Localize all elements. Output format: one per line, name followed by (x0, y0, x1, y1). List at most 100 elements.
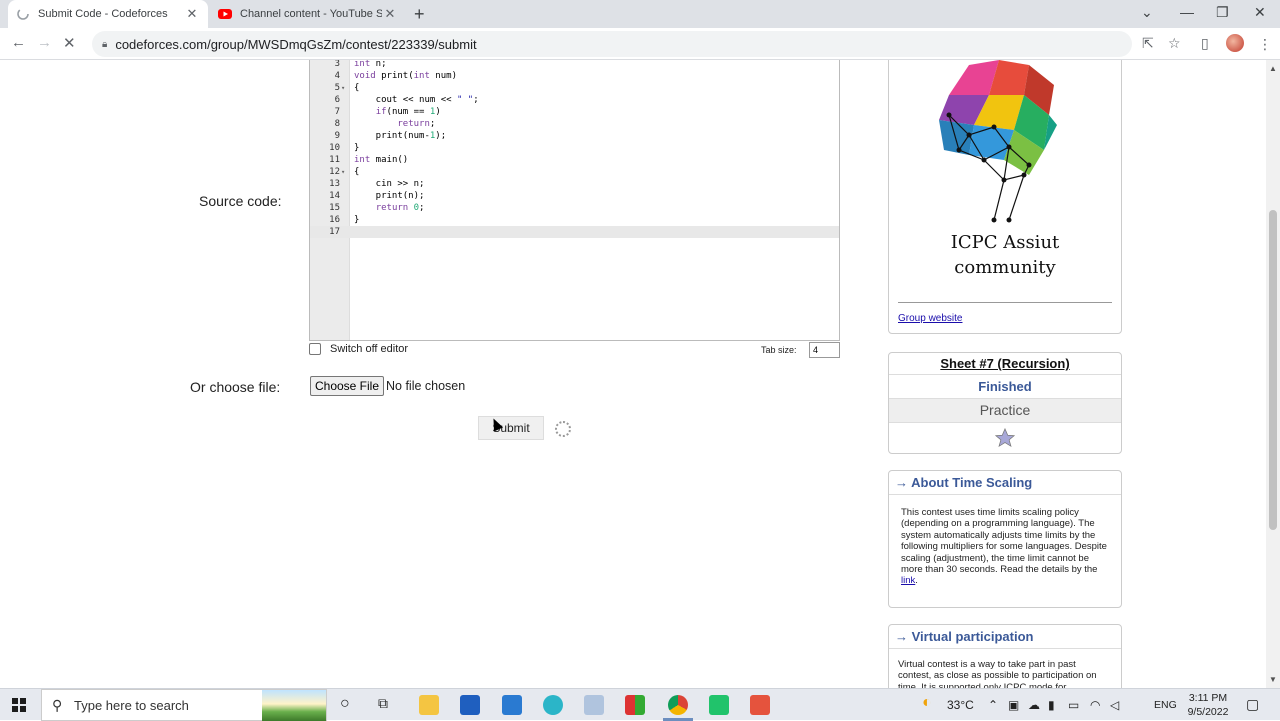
taskbar-clock[interactable]: 3:11 PM 9/5/2022 (1180, 691, 1236, 719)
codeblocks-red-icon[interactable] (750, 695, 770, 715)
weather-icon[interactable]: ◐ (922, 694, 932, 712)
battery-icon[interactable]: ▭ (1068, 698, 1079, 712)
code-line[interactable]: 10} (310, 142, 839, 154)
group-logo-box: ICPC Assiut community Group website (888, 60, 1122, 334)
page-content: Source code: 3 int n; 4 void print(int num)… (0, 60, 1266, 688)
source-code-label: Source code: (199, 193, 282, 209)
store-icon[interactable] (460, 695, 480, 715)
windows-start-icon[interactable] (12, 698, 26, 712)
new-tab-button[interactable]: + (414, 4, 425, 25)
tray-app-icon[interactable]: ▣ (1008, 698, 1019, 712)
code-text: cin >> n; (354, 179, 425, 189)
profile-avatar[interactable] (1226, 34, 1244, 52)
close-tab-icon[interactable]: ✕ (382, 6, 398, 22)
volume-icon[interactable]: ◁ (1110, 698, 1119, 712)
windows-taskbar: ⚲ Type here to search ○ ⧉ ◐ 33°C ⌃ ▣ ☁ ▮… (0, 688, 1280, 721)
close-window-button[interactable]: ✕ (1254, 4, 1266, 21)
tab-size-input[interactable]: 4 (809, 342, 840, 358)
minimize-button[interactable]: — (1180, 4, 1194, 20)
weather-temperature[interactable]: 33°C (947, 698, 974, 712)
tab-youtube-studio[interactable]: Channel content - YouTube Studi ✕ (210, 0, 406, 28)
switch-off-editor-checkbox[interactable] (309, 343, 321, 355)
share-icon[interactable]: ⇱ (1142, 35, 1154, 52)
code-line[interactable]: 7 if(num == 1) (310, 106, 839, 118)
paint-icon[interactable] (584, 695, 604, 715)
youtube-icon (218, 7, 232, 21)
onedrive-icon[interactable]: ☁ (1028, 698, 1040, 712)
cortana-icon[interactable]: ○ (340, 695, 350, 713)
scroll-up-icon[interactable]: ▲ (1269, 64, 1277, 73)
code-line[interactable]: 4 void print(int num) (310, 70, 839, 82)
code-line[interactable]: 3 int n; (310, 60, 839, 70)
url-input[interactable]: 🔒︎ codeforces.com/group/MWSDmqGsZm/conte… (92, 31, 1132, 57)
code-editor[interactable]: 3 int n; 4 void print(int num) 5 ▾{6 cout << … (309, 60, 840, 341)
code-line[interactable]: 6 cout << num << " "; (310, 94, 839, 106)
details-link[interactable]: link (901, 575, 915, 586)
choose-file-button[interactable]: Choose File (310, 376, 384, 396)
wifi-icon[interactable]: ◠ (1090, 698, 1100, 712)
taskbar-search-box[interactable]: ⚲ Type here to search (41, 689, 327, 721)
chrome-icon[interactable] (668, 695, 688, 715)
chevron-up-icon[interactable]: ⌃ (988, 698, 998, 712)
no-file-chosen-text: No file chosen (386, 379, 466, 393)
chevron-down-icon[interactable]: ⌄ (1141, 4, 1153, 21)
submit-button[interactable]: Submit (478, 416, 544, 440)
code-line[interactable]: 9 print(num-1); (310, 130, 839, 142)
line-number: 13 (329, 179, 340, 189)
code-line[interactable]: 8 return; (310, 118, 839, 130)
code-line[interactable]: 5 ▾ { (310, 82, 839, 94)
contest-title-link[interactable]: Sheet #7 (Recursion) (889, 353, 1121, 375)
line-number: 7 (334, 107, 340, 117)
mail-icon[interactable] (502, 695, 522, 715)
scroll-down-icon[interactable]: ▼ (1269, 675, 1277, 684)
code-line[interactable]: 12 ▾ { (310, 166, 839, 178)
code-line[interactable]: 17 (310, 226, 839, 238)
kebab-menu-icon[interactable]: ⋮ (1258, 36, 1272, 53)
line-number: 10 (329, 143, 340, 153)
browser-tabbar: Submit Code - Codeforces ✕ Channel conte… (0, 0, 1280, 28)
code-line[interactable]: 14 print(n); (310, 190, 839, 202)
microphone-icon[interactable]: ▮ (1048, 698, 1055, 712)
line-number: 6 (334, 95, 340, 105)
group-website-link[interactable]: Group website (898, 313, 962, 324)
tab-submit-code[interactable]: Submit Code - Codeforces ✕ (8, 0, 208, 28)
code-text: if(num == 1) (375, 107, 441, 117)
task-view-icon[interactable]: ⧉ (378, 695, 388, 712)
clock-date: 9/5/2022 (1187, 706, 1229, 718)
code-line[interactable]: 11 int main() (310, 154, 839, 166)
file-explorer-icon[interactable] (419, 695, 439, 715)
page-scrollbar[interactable]: ▲ ▼ (1266, 60, 1280, 688)
loading-spinner-icon (555, 421, 571, 437)
code-line[interactable]: 13 cin >> n; (310, 178, 839, 190)
switch-off-editor-label: Switch off editor (330, 343, 409, 355)
edge-icon[interactable] (543, 695, 563, 715)
choose-file-label: Or choose file: (190, 379, 281, 395)
contest-status: Finished (889, 375, 1121, 399)
virtual-participation-text: Virtual contest is a way to take part in… (898, 659, 1097, 688)
star-icon[interactable] (994, 427, 1016, 449)
fold-marker-icon[interactable]: ▾ (341, 82, 349, 94)
line-number: 11 (329, 155, 340, 165)
code-line[interactable]: 16} (310, 214, 839, 226)
close-tab-icon[interactable]: ✕ (184, 6, 200, 22)
line-number: 8 (334, 119, 340, 129)
code-text: cout << num << " "; (354, 95, 479, 105)
notification-icon[interactable]: ▢ (1246, 696, 1259, 713)
winrar-icon[interactable] (625, 695, 645, 715)
logo-title-line1: ICPC Assiut (950, 232, 1060, 253)
code-text: { (354, 83, 360, 93)
forward-arrow-icon[interactable]: → (37, 34, 52, 51)
bookmark-star-icon[interactable]: ☆ (1168, 35, 1181, 52)
back-arrow-icon[interactable]: ← (11, 34, 26, 51)
fold-marker-icon[interactable]: ▾ (341, 166, 349, 178)
maximize-button[interactable]: ❐ (1216, 4, 1229, 21)
scrollbar-thumb[interactable] (1269, 210, 1277, 530)
time-scaling-text: This contest uses time limits scaling po… (901, 507, 1113, 587)
stop-loading-icon[interactable]: ✕ (63, 34, 76, 52)
language-indicator[interactable]: ENG (1154, 699, 1177, 711)
virtual-participation-header: → Virtual participation (889, 625, 1121, 649)
clion-green-icon[interactable] (709, 695, 729, 715)
code-line[interactable]: 15 return 0; (310, 202, 839, 214)
side-panel-icon[interactable]: ▯ (1201, 35, 1209, 52)
search-icon: ⚲ (52, 697, 63, 713)
